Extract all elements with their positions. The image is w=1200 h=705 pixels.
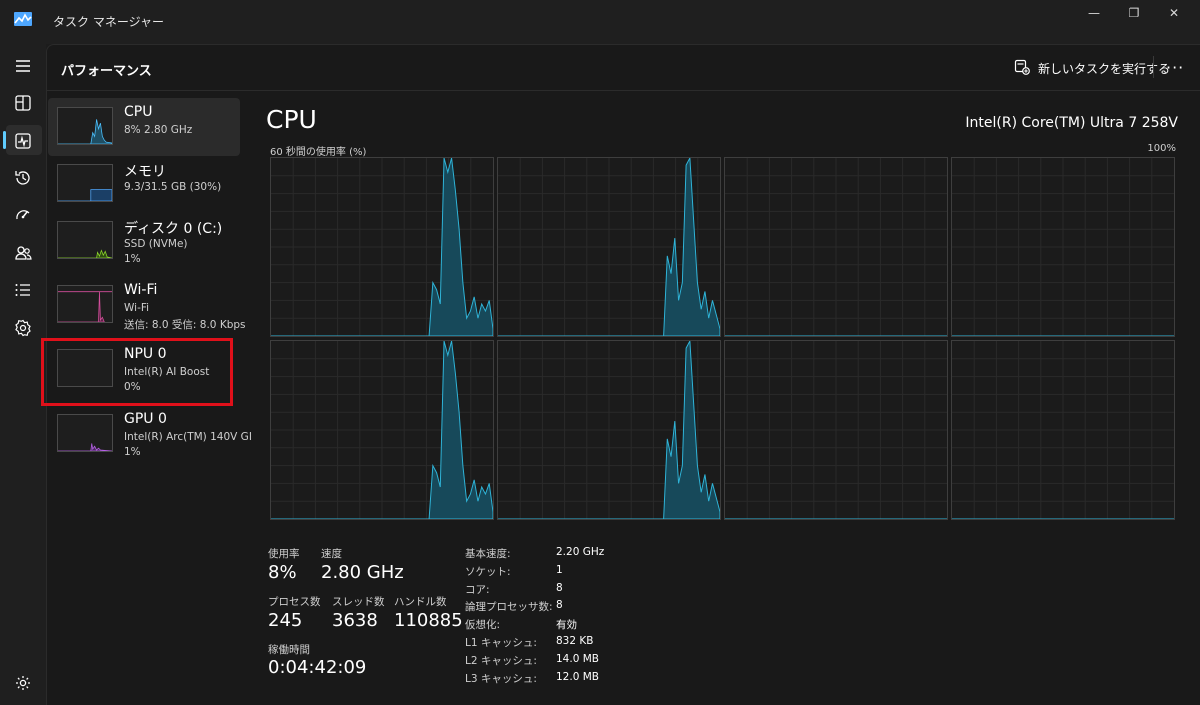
spec-key: L1 キャッシュ: [465, 637, 537, 649]
core-graph-plot [952, 341, 1174, 519]
spec-value: 1 [556, 563, 563, 576]
nav-active-indicator [3, 131, 6, 149]
resource-detail: Intel(R) Arc(TM) 140V GI [124, 431, 252, 443]
more-options-button[interactable]: ··· [1166, 58, 1184, 77]
handles-value: 110885 [394, 610, 463, 631]
resource-usage: 1% [124, 446, 141, 458]
processes-icon[interactable] [13, 93, 33, 113]
task-manager-icon [14, 11, 32, 26]
core-graph [270, 157, 494, 337]
cpu-model: Intel(R) Core(TM) Ultra 7 258V [965, 115, 1178, 131]
resource-item-memory[interactable]: メモリ 9.3/31.5 GB (30%) [48, 155, 240, 213]
detail-title: CPU [266, 105, 317, 134]
core-graph-plot [725, 158, 947, 336]
spec-value: 832 KB [556, 635, 594, 647]
performance-icon[interactable] [13, 131, 33, 151]
core-graph-plot [498, 158, 720, 336]
spec-value: 有効 [556, 619, 577, 632]
resource-usage: 1% [124, 253, 141, 265]
handles-label: ハンドル数 [394, 596, 447, 608]
spec-key: コア: [465, 583, 490, 596]
gpu-thumbnail-graph [57, 414, 113, 452]
core-graph [724, 340, 948, 520]
core-graph-plot [271, 341, 493, 519]
services-icon[interactable] [13, 318, 33, 338]
menu-icon[interactable] [13, 56, 33, 76]
window-title: タスク マネージャー [53, 15, 164, 29]
uptime-value: 0:04:42:09 [268, 657, 367, 678]
app-history-icon[interactable] [13, 168, 33, 188]
resource-detail: SSD (NVMe) [124, 238, 188, 250]
resource-detail: 8% 2.80 GHz [124, 124, 193, 136]
core-graph-plot [498, 341, 720, 519]
startup-apps-icon[interactable] [13, 205, 33, 225]
core-graph-plot [952, 158, 1174, 336]
minimize-button[interactable]: — [1076, 6, 1112, 22]
spec-key: 論理プロセッサ数: [465, 601, 553, 614]
run-task-icon [1014, 59, 1030, 78]
spec-value: 8 [556, 581, 563, 594]
core-graph [724, 157, 948, 337]
details-icon[interactable] [13, 280, 33, 300]
title-bar: タスク マネージャー — ❐ ✕ [0, 0, 1200, 44]
resource-throughput: 送信: 8.0 受信: 8.0 Kbps [124, 319, 246, 331]
spec-value: 8 [556, 599, 563, 612]
spec-value: 12.0 MB [556, 670, 599, 683]
resource-item-wifi[interactable]: Wi-Fi Wi-Fi 送信: 8.0 受信: 8.0 Kbps [48, 276, 246, 334]
memory-thumbnail-graph [57, 164, 113, 202]
threads-value: 3638 [332, 610, 378, 631]
settings-icon[interactable] [13, 673, 33, 693]
core-graph [951, 157, 1175, 337]
close-button[interactable]: ✕ [1156, 6, 1192, 22]
core-graph-plot [725, 341, 947, 519]
core-graph [951, 340, 1175, 520]
resource-detail: 9.3/31.5 GB (30%) [124, 181, 222, 193]
core-graph-plot [271, 158, 493, 336]
users-icon[interactable] [13, 243, 33, 263]
disk-thumbnail-graph [57, 221, 113, 259]
page-title: パフォーマンス [61, 64, 152, 79]
spec-value: 14.0 MB [556, 652, 599, 665]
spec-value: 2.20 GHz [556, 546, 605, 558]
resource-detail: Wi-Fi [124, 302, 150, 314]
speed-value: 2.80 GHz [321, 562, 404, 583]
threads-label: スレッド数 [332, 596, 385, 608]
spec-key: L2 キャッシュ: [465, 654, 537, 667]
resource-item-cpu[interactable]: CPU 8% 2.80 GHz [48, 98, 240, 156]
uptime-label: 稼働時間 [268, 644, 310, 656]
cpu-thumbnail-graph [57, 107, 113, 145]
spec-key: 仮想化: [465, 619, 501, 632]
resource-name: Wi-Fi [124, 282, 158, 298]
resource-item-gpu[interactable]: GPU 0 Intel(R) Arc(TM) 140V GI 1% [48, 405, 252, 463]
resource-name: ディスク 0 (C:) [124, 221, 223, 237]
run-task-label: 新しいタスクを実行する [1038, 61, 1171, 76]
wifi-thumbnail-graph [57, 285, 113, 323]
resource-name: メモリ [124, 164, 166, 180]
resource-name: GPU 0 [124, 411, 167, 427]
spec-key: 基本速度: [465, 548, 511, 560]
run-new-task-button[interactable]: 新しいタスクを実行する [1014, 58, 1170, 78]
resource-name: CPU [124, 104, 153, 120]
processes-value: 245 [268, 610, 303, 631]
header-separator [47, 90, 1200, 91]
highlight-box [41, 338, 233, 406]
usage-value: 8% [268, 562, 297, 583]
graph-max-label: 100% [1147, 143, 1176, 154]
graph-caption: 60 秒間の使用率 (%) [270, 147, 367, 158]
core-graph [270, 340, 494, 520]
maximize-button[interactable]: ❐ [1116, 6, 1152, 22]
spec-key: L3 キャッシュ: [465, 672, 537, 685]
resource-item-disk[interactable]: ディスク 0 (C:) SSD (NVMe) 1% [48, 212, 240, 270]
header-divider [1153, 56, 1154, 78]
usage-label: 使用率 [268, 548, 300, 560]
speed-label: 速度 [321, 548, 342, 560]
processes-label: プロセス数 [268, 596, 321, 608]
core-graph [497, 340, 721, 520]
core-graph [497, 157, 721, 337]
spec-key: ソケット: [465, 565, 511, 578]
